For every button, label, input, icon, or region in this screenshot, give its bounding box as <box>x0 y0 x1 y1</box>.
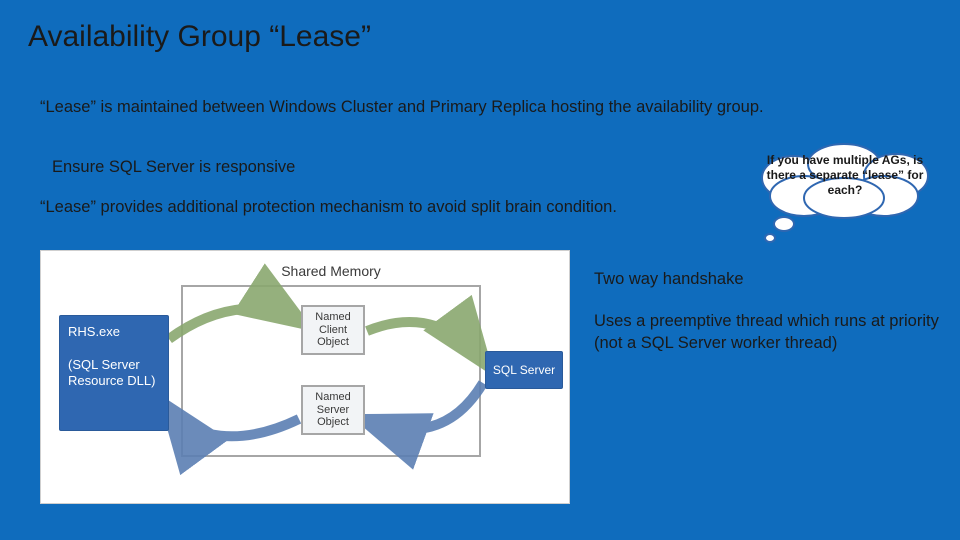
right-point-handshake: Two way handshake <box>594 268 940 290</box>
named-client-object-box: Named Client Object <box>301 305 365 355</box>
slide-subtitle: “Lease” is maintained between Windows Cl… <box>40 98 764 117</box>
slide-title: Availability Group “Lease” <box>28 20 371 54</box>
named-server-object-box: Named Server Object <box>301 385 365 435</box>
cloud-text: If you have multiple AGs, is there a sep… <box>764 153 926 198</box>
slide: Availability Group “Lease” “Lease” is ma… <box>0 0 960 540</box>
diagram: Shared Memory RHS.exe (SQL Server Resour… <box>40 250 570 504</box>
rhs-box: RHS.exe (SQL Server Resource DLL) <box>59 315 169 431</box>
sqlserver-box: SQL Server <box>485 351 563 389</box>
bullet-responsive: Ensure SQL Server is responsive <box>52 158 295 177</box>
thought-cloud: If you have multiple AGs, is there a sep… <box>756 140 934 210</box>
bullet-splitbrain: “Lease” provides additional protection m… <box>40 198 617 217</box>
right-point-thread: Uses a preemptive thread which runs at p… <box>594 310 940 355</box>
